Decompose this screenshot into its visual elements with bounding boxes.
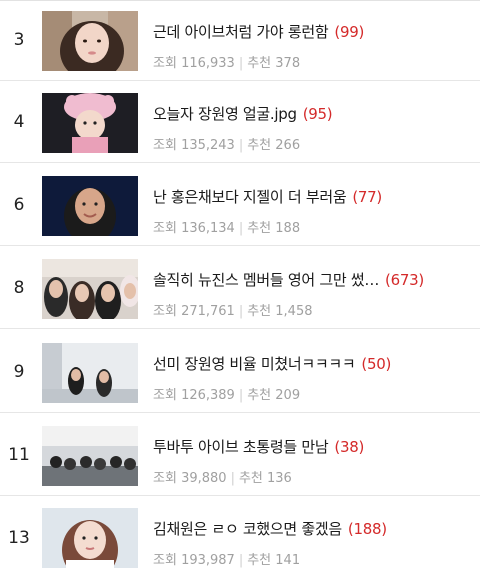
post-title-line[interactable]: 근데 아이브처럼 가야 롱런함 (99) — [153, 21, 473, 42]
post-thumbnail[interactable] — [42, 508, 138, 568]
popular-post-list: 3 근데 아이브처럼 가야 롱런함 (99) 조회 116,933 | 추천 378 … — [0, 0, 480, 579]
post-title-line[interactable]: 솔직히 뉴진스 멤버들 영어 그만 썼… (673) — [153, 269, 473, 290]
meta-divider: | — [238, 138, 244, 153]
post-title-line[interactable]: 투바투 아이브 초통령들 만남 (38) — [153, 436, 473, 457]
recommend-label: 추천 — [247, 138, 272, 153]
list-item[interactable]: 9 선미 장원영 비율 미쳤너ㅋㅋㅋㅋ (50) 조회 126,389 | 추천 20… — [0, 331, 480, 413]
list-item[interactable]: 4 오늘자 장원영 얼굴.jpg (95) 조회 135,243 | 추천 266 — [0, 81, 480, 163]
comment-count: (99) — [334, 23, 364, 41]
post-title-line[interactable]: 난 홍은채보다 지젤이 더 부러움 (77) — [153, 186, 473, 207]
recommend-count: 136 — [267, 471, 292, 486]
list-item[interactable]: 11 투바투 아이브 초통령들 만남 (38) 조회 39,880 | 추천 136 — [0, 414, 480, 496]
views-label: 조회 — [153, 471, 177, 486]
views-count: 39,880 — [181, 471, 227, 486]
post-thumbnail[interactable] — [42, 259, 138, 319]
list-item[interactable]: 6 난 홍은채보다 지젤이 더 부러움 (77) 조회 136,134 | 추천 18… — [0, 164, 480, 246]
views-count: 126,389 — [181, 388, 235, 403]
post-thumbnail[interactable] — [42, 93, 138, 153]
recommend-label: 추천 — [247, 304, 272, 319]
recommend-label: 추천 — [238, 471, 263, 486]
list-item[interactable]: 8 솔직히 뉴진스 멤버들 영어 그만 썼… (673) 조회 271,761 | 추… — [0, 247, 480, 329]
recommend-label: 추천 — [247, 553, 272, 568]
post-title[interactable]: 근데 아이브처럼 가야 롱런함 — [153, 23, 329, 41]
rank-number: 13 — [8, 528, 30, 548]
meta-divider: | — [238, 388, 244, 403]
views-label: 조회 — [153, 56, 177, 71]
views-count: 135,243 — [181, 138, 235, 153]
comment-count: (673) — [385, 271, 424, 289]
views-count: 271,761 — [181, 304, 235, 319]
rank-number: 8 — [13, 277, 25, 298]
list-item[interactable]: 3 근데 아이브처럼 가야 롱런함 (99) 조회 116,933 | 추천 378 — [0, 0, 480, 81]
rank-number: 6 — [13, 194, 25, 215]
rank-number: 3 — [13, 29, 25, 50]
post-meta: 조회 193,987 | 추천 141 — [153, 549, 300, 568]
post-thumbnail[interactable] — [42, 343, 138, 403]
recommend-count: 209 — [275, 388, 301, 403]
meta-divider: | — [238, 304, 244, 319]
comment-count: (188) — [347, 520, 387, 538]
views-label: 조회 — [153, 388, 177, 403]
post-thumbnail[interactable] — [42, 176, 138, 236]
comment-count: (77) — [352, 188, 382, 206]
recommend-label: 추천 — [247, 56, 272, 71]
recommend-count: 188 — [275, 221, 301, 236]
meta-divider: | — [238, 553, 244, 568]
post-title[interactable]: 선미 장원영 비율 미쳤너ㅋㅋㅋㅋ — [153, 355, 356, 373]
views-count: 116,933 — [181, 56, 235, 71]
views-count: 136,134 — [181, 221, 235, 236]
post-thumbnail[interactable] — [42, 11, 138, 71]
post-meta: 조회 136,134 | 추천 188 — [153, 217, 300, 236]
rank-number: 4 — [13, 111, 25, 132]
comment-count: (50) — [361, 355, 391, 373]
post-title[interactable]: 투바투 아이브 초통령들 만남 — [153, 438, 329, 456]
post-meta: 조회 135,243 | 추천 266 — [153, 134, 300, 153]
post-title-line[interactable]: 김채원은 ㄹㅇ 코했으면 좋겠음 (188) — [153, 518, 473, 539]
post-meta: 조회 271,761 | 추천 1,458 — [153, 300, 313, 319]
post-thumbnail[interactable] — [42, 426, 138, 486]
recommend-label: 추천 — [247, 388, 272, 403]
views-label: 조회 — [153, 221, 177, 236]
meta-divider: | — [238, 221, 244, 236]
recommend-count: 141 — [275, 553, 301, 568]
post-title[interactable]: 김채원은 ㄹㅇ 코했으면 좋겠음 — [153, 520, 342, 538]
post-title[interactable]: 솔직히 뉴진스 멤버들 영어 그만 썼… — [153, 271, 379, 289]
post-meta: 조회 126,389 | 추천 209 — [153, 384, 300, 403]
rank-number: 11 — [8, 444, 30, 465]
views-label: 조회 — [153, 553, 177, 568]
post-title-line[interactable]: 선미 장원영 비율 미쳤너ㅋㅋㅋㅋ (50) — [153, 353, 473, 374]
views-count: 193,987 — [181, 553, 235, 568]
recommend-count: 1,458 — [275, 304, 313, 319]
views-label: 조회 — [153, 304, 177, 319]
recommend-label: 추천 — [247, 221, 272, 236]
comment-count: (95) — [302, 105, 333, 123]
rank-number: 9 — [13, 361, 25, 382]
list-item[interactable]: 13 김채원은 ㄹㅇ 코했으면 좋겠음 (188) 조회 193,987 | 추천 1… — [0, 496, 480, 580]
comment-count: (38) — [334, 438, 364, 456]
meta-divider: | — [238, 56, 244, 71]
views-label: 조회 — [153, 138, 177, 153]
recommend-count: 266 — [275, 138, 301, 153]
post-title[interactable]: 오늘자 장원영 얼굴.jpg — [153, 105, 297, 123]
meta-divider: | — [230, 471, 235, 486]
post-title-line[interactable]: 오늘자 장원영 얼굴.jpg (95) — [153, 103, 473, 124]
post-meta: 조회 39,880 | 추천 136 — [153, 467, 292, 486]
post-title[interactable]: 난 홍은채보다 지젤이 더 부러움 — [153, 188, 347, 206]
post-meta: 조회 116,933 | 추천 378 — [153, 52, 300, 71]
recommend-count: 378 — [275, 56, 301, 71]
